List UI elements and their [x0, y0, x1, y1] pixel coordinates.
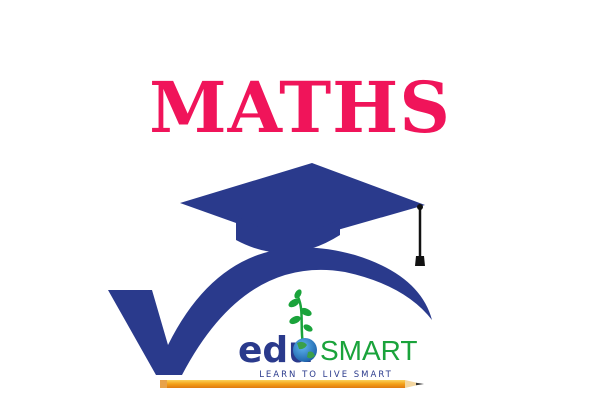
edusmart-logo: edu SMART LEARN TO LIVE SMART — [108, 163, 432, 388]
pencil-icon — [160, 380, 424, 388]
page: MATHS edu SMART LEARN TO LIVE SMART — [0, 0, 600, 420]
globe-icon — [293, 338, 317, 362]
tagline: LEARN TO LIVE SMART — [259, 370, 393, 380]
brand-suffix: SMART — [320, 335, 418, 366]
